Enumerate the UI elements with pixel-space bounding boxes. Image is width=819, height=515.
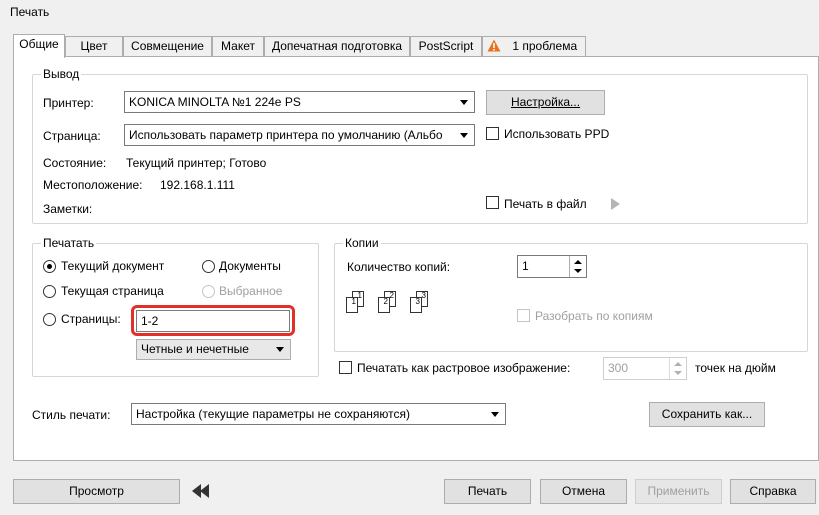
raster-checkbox[interactable] [339,361,352,374]
copies-legend: Копии [343,236,381,250]
tab-issues[interactable]: 1 проблема [482,36,586,57]
pages-radio[interactable] [43,313,56,326]
window-title: Печать [10,5,50,19]
pages-input[interactable]: 1-2 [136,310,290,332]
dpi-unit-label: точек на дюйм [695,361,776,375]
save-as-button[interactable]: Сохранить как... [649,402,765,427]
location-value: 192.168.1.111 [160,178,235,192]
chevron-down-icon [460,133,468,138]
print-to-file-checkbox[interactable] [486,196,499,209]
copies-count-value: 1 [522,259,529,273]
documents-radio[interactable] [202,260,215,273]
warning-icon [487,39,501,52]
page-label: Страница: [43,129,101,143]
parity-select[interactable]: Четные и нечетные [136,339,291,360]
chevron-down-icon[interactable] [574,269,582,273]
chevron-down-icon[interactable] [491,412,499,417]
page-value: Использовать параметр принтера по умолча… [129,128,443,142]
dpi-value: 300 [608,361,629,375]
use-ppd-label[interactable]: Использовать PPD [504,127,609,141]
output-legend: Вывод [41,67,82,81]
print-range-legend: Печатать [41,236,97,250]
page-icon: 3 [410,297,422,313]
preview-button[interactable]: Просмотр [13,479,180,504]
location-label: Местоположение: [43,178,143,192]
page-select[interactable]: Использовать параметр принтера по умолча… [124,124,475,146]
page-icon: 1 [346,297,358,313]
copies-count-stepper[interactable]: 1 [517,255,587,278]
general-panel: Вывод Принтер: KONICA MINOLTA №1 224e PS… [13,56,819,461]
collapse-preview-icon[interactable] [192,484,210,498]
printer-select[interactable]: KONICA MINOLTA №1 224e PS [124,91,475,113]
collate-illustration: 1 1 2 2 3 3 [344,291,444,325]
tab-layout[interactable]: Макет [212,36,264,57]
current-page-label[interactable]: Текущая страница [61,284,164,298]
parity-value: Четные и нечетные [141,342,249,356]
tab-general[interactable]: Общие [13,34,65,58]
cancel-button[interactable]: Отмена [540,479,627,504]
use-ppd-checkbox[interactable] [486,127,499,140]
printer-setup-button[interactable]: Настройка... [486,90,605,115]
stepper-buttons[interactable] [569,256,586,277]
print-style-label: Стиль печати: [32,408,111,422]
chevron-up-icon[interactable] [674,362,682,366]
printer-setup-label: Настройка... [510,95,581,109]
tab-issues-label: 1 проблема [512,39,578,53]
stepper-buttons[interactable] [669,358,686,379]
page-icon: 2 [378,297,390,313]
selection-label[interactable]: Выбранное [219,284,282,298]
tab-postscript[interactable]: PostScript [410,36,482,57]
printer-value: KONICA MINOLTA №1 224e PS [129,95,301,109]
dpi-stepper[interactable]: 300 [603,357,687,380]
help-button[interactable]: Справка [730,479,816,504]
chevron-down-icon [460,100,468,105]
chevron-down-icon[interactable] [674,371,682,375]
print-style-value: Настройка (текущие параметры не сохраняю… [136,407,410,421]
print-button[interactable]: Печать [444,479,531,504]
tab-separations[interactable]: Совмещение [123,36,212,57]
pages-label[interactable]: Страницы: [61,312,121,326]
print-to-file-label[interactable]: Печать в файл [504,197,587,211]
tab-prepress[interactable]: Допечатная подготовка [264,36,410,57]
current-page-radio[interactable] [43,285,56,298]
documents-label[interactable]: Документы [219,259,281,273]
copies-count-label: Количество копий: [347,260,451,274]
selection-radio[interactable] [202,285,215,298]
current-document-radio[interactable] [43,260,56,273]
printer-label: Принтер: [43,96,94,110]
chevron-down-icon [276,347,284,352]
print-style-select[interactable]: Настройка (текущие параметры не сохраняю… [131,403,506,425]
current-document-label[interactable]: Текущий документ [61,259,164,273]
status-label: Состояние: [43,156,107,170]
collate-checkbox[interactable] [517,309,530,322]
notes-label: Заметки: [43,202,93,216]
chevron-up-icon[interactable] [574,260,582,264]
apply-button[interactable]: Применить [635,479,722,504]
status-value: Текущий принтер; Готово [126,156,267,170]
play-arrow-icon[interactable] [611,198,620,210]
raster-label[interactable]: Печатать как растровое изображение: [357,361,570,375]
tab-color[interactable]: Цвет [65,36,123,57]
collate-label[interactable]: Разобрать по копиям [535,309,653,323]
